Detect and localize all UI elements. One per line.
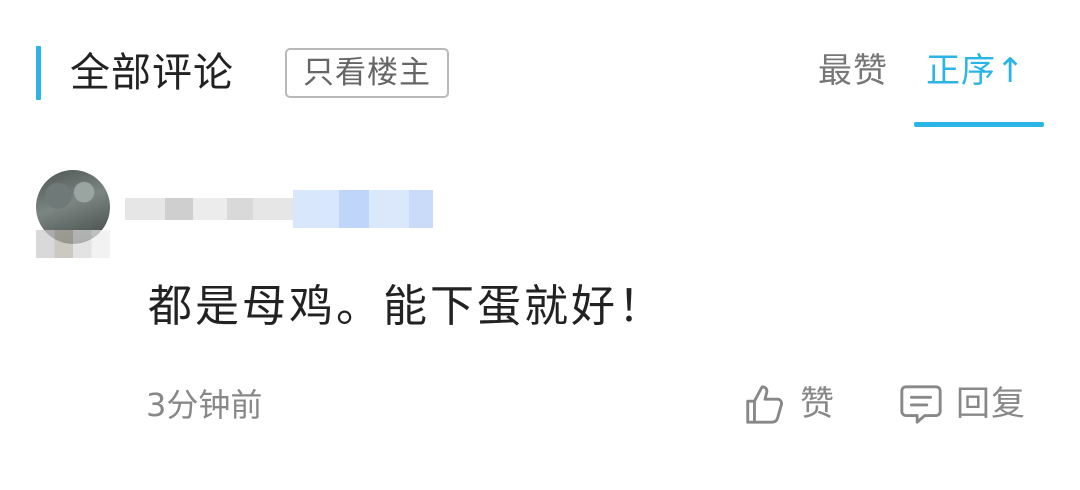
sort-most-liked-tab[interactable]: 最赞 [818,44,888,98]
redaction-pixel [339,190,369,228]
section-title: 全部评论 [70,50,234,96]
section-accent-bar [36,46,41,100]
redaction-pixel [293,190,339,228]
redaction-pixel [253,198,293,220]
owner-only-button[interactable]: 只看楼主 [285,48,449,98]
redaction-pixel [125,198,165,220]
avatar-blur-mask [36,230,110,258]
redaction-pixel [227,198,253,220]
comment-timestamp: 3分钟前 [146,386,263,424]
redaction-pixel [409,190,433,228]
redaction-pixel [165,198,193,220]
active-sort-indicator [914,122,1044,127]
like-button[interactable]: 赞 [742,374,835,434]
username-redacted[interactable] [125,182,485,236]
comment-item: 都是母鸡。能下蛋就好！ 3分钟前 赞 回复 [0,130,1080,490]
redaction-pixel [369,190,409,228]
reply-button[interactable]: 回复 [898,374,1026,434]
comments-header: 全部评论 只看楼主 最赞 正序↑ [0,0,1080,130]
comment-text: 都是母鸡。能下蛋就好！ [148,281,665,332]
thumbs-up-icon [746,385,783,424]
redaction-pixel [193,198,227,220]
like-label: 赞 [800,384,835,424]
sort-ascending-tab[interactable]: 正序↑ [926,44,1026,98]
comment-bubble-icon [900,385,942,424]
reply-label: 回复 [956,384,1026,424]
